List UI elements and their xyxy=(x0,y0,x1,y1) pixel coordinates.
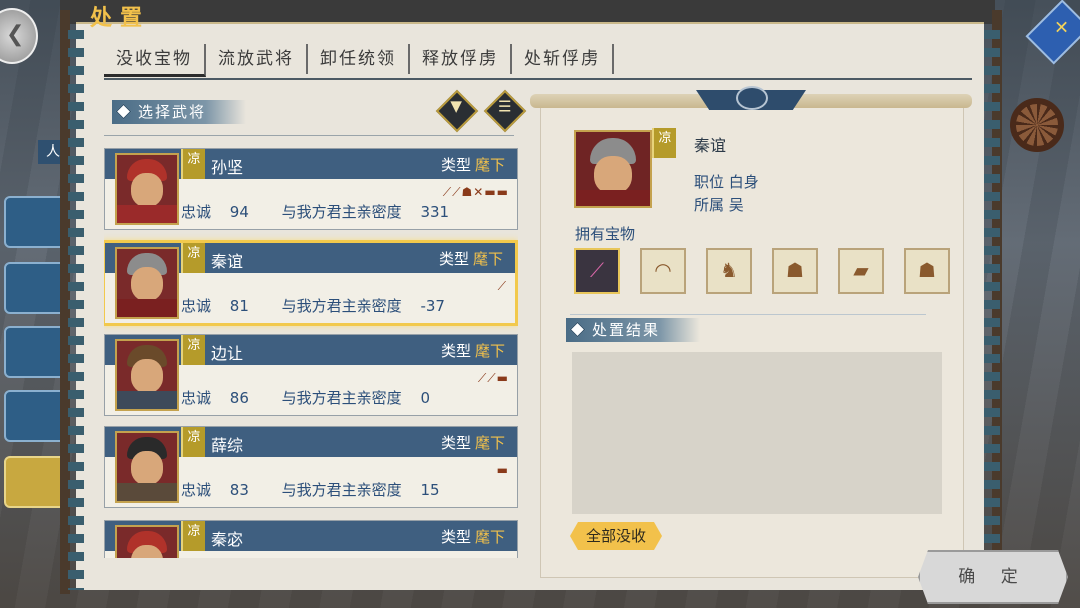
general-card-0[interactable]: 凉 孙坚 类型 麾下 ⟋⟋☗✕▬▬ 忠诚 94 与我方君主亲密度 331 xyxy=(104,148,518,230)
wheel-decoration-icon xyxy=(1010,98,1064,152)
avatar xyxy=(115,247,179,319)
selected-general-name: 秦谊 xyxy=(694,136,727,155)
diamond-icon xyxy=(569,321,586,338)
tab-confiscate-treasure[interactable]: 没收宝物 xyxy=(104,44,206,77)
avatar xyxy=(115,431,179,503)
treasure-slot-armor[interactable]: ☗ xyxy=(772,248,818,294)
title-bar xyxy=(60,0,995,24)
general-card-2[interactable]: 凉 边让 类型 麾下 ⟋⟋▬ 忠诚 86 与我方君主亲密度 0 xyxy=(104,334,518,416)
select-general-label: 选择武将 xyxy=(112,100,247,124)
back-button[interactable]: ❮ xyxy=(0,8,38,64)
general-name: 秦宓 xyxy=(211,530,244,549)
faction-badge: 凉 xyxy=(181,521,205,551)
faction-badge: 凉 xyxy=(181,149,205,179)
dialog-title: 处置 xyxy=(90,5,151,31)
scroll-edge-right xyxy=(984,30,1000,590)
affiliation-field: 所属 吴 xyxy=(694,196,744,214)
general-type: 类型 麾下 xyxy=(440,342,505,360)
general-name: 孙坚 xyxy=(211,158,244,177)
tab-dismiss-commander[interactable]: 卸任统领 xyxy=(308,44,410,74)
back-chevron-icon: ❮ xyxy=(6,22,25,47)
misc-treasure-icon: ☗ xyxy=(918,258,936,282)
side-tab-3[interactable] xyxy=(4,326,64,378)
side-tab-4[interactable] xyxy=(4,390,64,442)
treasure-slot-misc[interactable]: ☗ xyxy=(904,248,950,294)
treasure-slot-sword[interactable]: ⟋ xyxy=(574,248,620,294)
owned-items-icons: ⟋⟋☗✕▬▬ xyxy=(442,185,509,199)
horse-icon: ♞ xyxy=(720,258,738,282)
tab-execute-prisoner[interactable]: 处斩俘虏 xyxy=(512,44,614,74)
avatar xyxy=(115,525,179,558)
left-side-strip: ❮ 人 xyxy=(0,0,68,608)
result-area xyxy=(572,352,942,514)
general-stats: 忠诚 81 与我方君主亲密度 -37 xyxy=(181,297,445,315)
detail-divider xyxy=(570,314,926,315)
avatar xyxy=(115,339,179,411)
list-divider xyxy=(104,135,514,136)
general-list[interactable]: 凉 孙坚 类型 麾下 ⟋⟋☗✕▬▬ 忠诚 94 与我方君主亲密度 331 凉 秦谊… xyxy=(104,148,518,558)
confirm-button[interactable]: 确 定 xyxy=(918,550,1068,604)
side-tab-2[interactable] xyxy=(4,262,64,314)
general-type: 类型 麾下 xyxy=(438,250,503,268)
owned-treasures-label: 拥有宝物 xyxy=(575,225,636,243)
selected-faction-badge: 凉 xyxy=(652,128,676,158)
avatar xyxy=(115,153,179,225)
general-name: 秦谊 xyxy=(211,252,244,271)
general-type: 类型 麾下 xyxy=(440,528,505,546)
bow-icon: ◠ xyxy=(654,258,672,282)
side-tab-1[interactable] xyxy=(4,196,64,248)
tab-release-prisoner[interactable]: 释放俘虏 xyxy=(410,44,512,74)
faction-badge: 凉 xyxy=(181,335,205,365)
tab-exile-general[interactable]: 流放武将 xyxy=(206,44,308,74)
general-type: 类型 麾下 xyxy=(440,434,505,452)
general-name: 薛综 xyxy=(211,436,244,455)
armor-icon: ☗ xyxy=(786,258,804,282)
general-card-3[interactable]: 凉 薛综 类型 麾下 ▬ 忠诚 83 与我方君主亲密度 15 xyxy=(104,426,518,508)
selected-general-portrait xyxy=(574,130,652,208)
result-label: 处置结果 xyxy=(566,318,701,342)
treasure-slots: ⟋ ◠ ♞ ☗ ▰ ☗ xyxy=(574,248,950,294)
general-type: 类型 麾下 xyxy=(440,156,505,174)
position-field: 职位 白身 xyxy=(694,173,759,191)
side-tab-active[interactable] xyxy=(4,456,64,508)
list-icon: ☰ xyxy=(498,97,512,116)
general-card-4[interactable]: 凉 秦宓 类型 麾下 xyxy=(104,520,518,558)
scroll-edge-left xyxy=(68,30,84,590)
faction-badge: 凉 xyxy=(181,427,205,457)
tab-bar: 没收宝物 流放武将 卸任统领 释放俘虏 处斩俘虏 xyxy=(104,42,614,78)
book-icon: ▰ xyxy=(853,258,869,282)
scroll-knob-icon xyxy=(736,86,768,110)
faction-badge: 凉 xyxy=(181,243,205,273)
owned-items-icons: ⟋ xyxy=(497,279,507,293)
treasure-slot-bow[interactable]: ◠ xyxy=(640,248,686,294)
general-stats: 忠诚 94 与我方君主亲密度 331 xyxy=(181,203,450,221)
owned-items-icons: ⟋⟋▬ xyxy=(477,371,509,385)
filter-icon: ▼ xyxy=(450,96,462,115)
general-stats: 忠诚 86 与我方君主亲密度 0 xyxy=(181,389,431,407)
confiscate-all-button[interactable]: 全部没收 xyxy=(570,522,662,550)
diamond-icon xyxy=(115,103,132,120)
tabs-divider xyxy=(104,78,972,80)
sword-icon: ⟋ xyxy=(590,258,604,282)
general-name: 边让 xyxy=(211,344,244,363)
treasure-slot-horse[interactable]: ♞ xyxy=(706,248,752,294)
owned-items-icons: ▬ xyxy=(496,463,509,477)
treasure-slot-book[interactable]: ▰ xyxy=(838,248,884,294)
general-card-1-selected[interactable]: 凉 秦谊 类型 麾下 ⟋ 忠诚 81 与我方君主亲密度 -37 xyxy=(104,240,518,326)
general-stats: 忠诚 83 与我方君主亲密度 15 xyxy=(181,481,440,499)
